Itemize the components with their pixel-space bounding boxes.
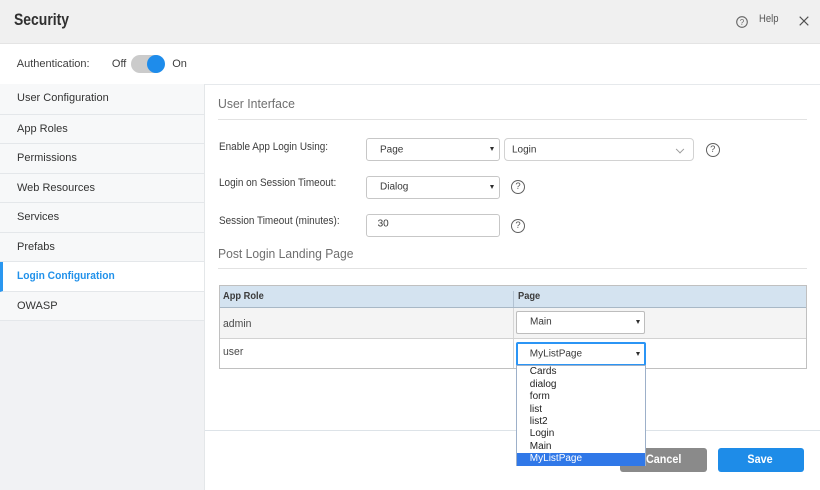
svg-text:?: ? — [740, 18, 745, 27]
